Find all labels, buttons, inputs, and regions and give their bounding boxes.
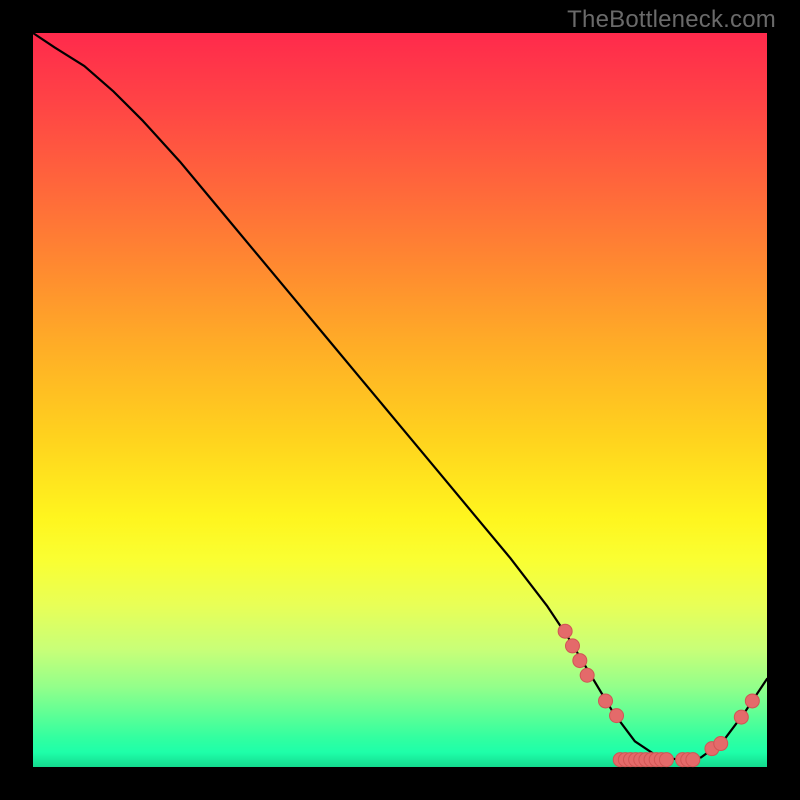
curve-marker [565, 639, 579, 653]
curve-marker [580, 668, 594, 682]
branding-watermark: TheBottleneck.com [567, 6, 776, 34]
curve-line [33, 33, 767, 760]
curve-marker [714, 737, 728, 751]
curve-marker [573, 654, 587, 668]
curve-marker [659, 753, 673, 767]
curve-markers [558, 624, 759, 766]
chart-svg [33, 33, 767, 767]
chart-frame: TheBottleneck.com [0, 0, 800, 800]
curve-marker [558, 624, 572, 638]
curve-marker [599, 694, 613, 708]
curve-marker [686, 753, 700, 767]
curve-marker [610, 709, 624, 723]
curve-marker [745, 694, 759, 708]
curve-marker [734, 710, 748, 724]
